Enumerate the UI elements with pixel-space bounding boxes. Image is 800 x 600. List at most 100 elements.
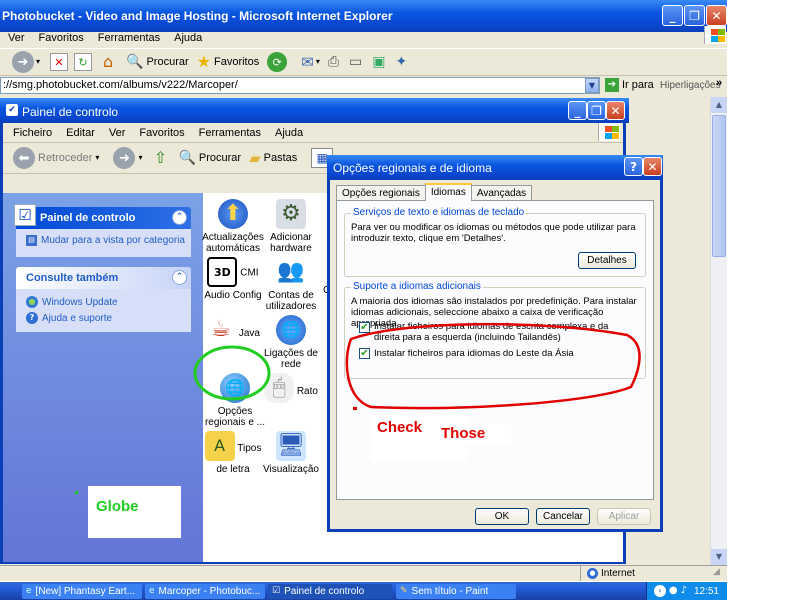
up-folder-icon[interactable]: ⇧ [150,148,170,168]
refresh-icon[interactable]: ↻ [74,53,93,71]
scroll-down-icon[interactable]: ▼ [711,549,727,565]
red-circle-annotation [345,322,641,410]
folders-button[interactable]: ▰ Pastas [249,148,297,167]
item-cmi-audio-config[interactable]: 3D CMI Audio Config [201,257,265,301]
category-view-icon: ▤ [26,235,37,246]
vertical-scrollbar[interactable]: ▲ ▼ [710,97,727,565]
discuss-icon[interactable]: ▣ [372,55,385,69]
tray-expand-icon[interactable]: ‹ [653,585,666,597]
task-control-panel[interactable]: ☑ Painel de controlo [268,584,392,599]
task-label: Painel de controlo [284,586,365,597]
cp-menu-ferramentas[interactable]: Ferramentas [199,127,261,139]
fonts-folder-icon: A [204,431,235,461]
cp-forward-dropdown-icon[interactable]: ▾ [138,154,142,162]
scroll-thumb[interactable] [712,115,726,257]
menu-favoritos[interactable]: Favoritos [39,32,84,44]
cp-close-button[interactable]: ✕ [606,101,625,120]
cp-forward-icon[interactable]: ➜ [113,147,136,169]
ie-title-text: Photobucket - Video and Image Hosting - … [2,9,393,23]
collapse-chevron-icon-2[interactable]: ⌃ [172,270,187,285]
java-icon: ☕ [211,317,231,342]
windows-update-label: Windows Update [42,296,118,308]
control-panel-titlebar[interactable]: ✔ Painel de controlo _ ❐ ✕ [0,98,629,123]
mail-dropdown-icon[interactable]: ▾ [316,58,320,66]
switch-category-view-link[interactable]: ▤ Mudar para a vista por categoria [16,229,191,249]
favorites-button[interactable]: ★ Favoritos [197,54,260,70]
messenger-icon[interactable]: ✦ [396,55,408,69]
browser-icon-2: e [149,586,155,596]
address-dropdown-icon[interactable]: ▼ [585,78,599,93]
resize-grip-icon[interactable]: ◢ [713,568,720,577]
cp-menu-favoritos[interactable]: Favoritos [139,127,184,139]
back-button[interactable]: ⬅ Retroceder ▾ [13,147,99,169]
help-icon: ? [26,312,38,324]
task-label: [New] Phantasy Eart... [35,586,136,597]
task-label: Marcoper - Photobuc... [158,586,261,597]
details-button[interactable]: Detalhes [578,252,636,269]
item-fonts[interactable]: A Tipos de letra [201,431,265,475]
cp-panel-see-also-header[interactable]: Consulte também ⌃ [16,267,191,289]
menu-ver[interactable]: Ver [8,32,25,44]
item-label: Adicionar hardware [270,232,312,254]
address-bar: ://smg.photobucket.com/albums/v222/Marco… [0,76,727,96]
item-display[interactable]: 🖥 Visualização [259,431,323,475]
stop-icon[interactable]: ✕ [50,53,69,71]
cp-maximize-button[interactable]: ❐ [587,101,606,120]
tray-network-icon[interactable]: ● [669,586,678,596]
print-icon[interactable]: ⎙ [328,55,339,69]
cp-menu-ficheiro[interactable]: Ficheiro [13,127,52,139]
search-button[interactable]: 🔍 Procurar [126,55,189,69]
help-button[interactable]: ? [624,157,643,176]
folder-icon: ▰ [249,148,261,167]
go-button[interactable]: ➔ Ir para [605,78,654,92]
item-label: Actualizações automáticas [202,232,264,254]
tab-advanced[interactable]: Avançadas [470,185,533,201]
scroll-up-icon[interactable]: ▲ [711,97,727,113]
task-paint[interactable]: ✎ Sem título - Paint [396,584,516,599]
cp-minimize-button[interactable]: _ [568,101,587,120]
cancel-button[interactable]: Cancelar [536,508,590,525]
forward-dropdown-icon[interactable]: ▾ [36,58,40,66]
task-photobucket[interactable]: e Marcoper - Photobuc... [145,584,265,599]
ok-button[interactable]: OK [475,508,529,525]
cp-panel-main-title: Painel de controlo [40,212,136,224]
cp-menu-ver[interactable]: Ver [109,127,126,139]
tray-volume-icon[interactable]: ♪ [681,586,687,596]
apply-button[interactable]: Aplicar [597,508,651,525]
task-phantasy[interactable]: e [New] Phantasy Eart... [22,584,142,599]
tab-regional-options[interactable]: Opções regionais [336,185,426,201]
home-icon[interactable]: ⌂ [98,53,118,71]
add-hardware-icon: ⚙ [276,199,306,229]
links-chevron-icon[interactable]: » [716,77,722,89]
network-icon: 🌐 [276,315,306,345]
close-button[interactable]: ✕ [706,5,727,26]
green-circle-annotation [193,345,271,401]
address-input[interactable]: ://smg.photobucket.com/albums/v222/Marco… [0,77,600,94]
favorites-label: Favoritos [213,56,260,68]
mail-icon[interactable]: ✉ [301,54,314,70]
cp-menu-ajuda[interactable]: Ajuda [275,127,303,139]
cp-menu-editar[interactable]: Editar [66,127,95,139]
collapse-chevron-icon[interactable]: ⌃ [172,210,187,225]
dialog-titlebar[interactable]: Opções regionais e de idioma ? ✕ [327,155,663,180]
menu-ferramentas[interactable]: Ferramentas [98,32,160,44]
back-icon: ⬅ [13,147,35,169]
cp-search-button[interactable]: 🔍 Procurar [178,151,241,165]
cp-panel-main-header[interactable]: ☑ Painel de controlo ⌃ [14,204,191,229]
help-support-label: Ajuda e suporte [42,312,113,324]
edit-icon[interactable]: ▭ [349,55,362,69]
help-support-link[interactable]: ? Ajuda e suporte [16,311,191,327]
tab-languages[interactable]: Idiomas [424,183,472,201]
history-icon[interactable]: ⟳ [267,52,288,72]
forward-icon[interactable]: ➜ [12,51,34,73]
item-automatic-updates[interactable]: ⬆ Actualizações automáticas [201,199,265,254]
dialog-close-button[interactable]: ✕ [643,157,662,176]
maximize-button[interactable]: ❐ [684,5,705,26]
windows-update-link[interactable]: ● Windows Update [16,289,191,311]
menu-ajuda[interactable]: Ajuda [174,32,202,44]
item-add-hardware[interactable]: ⚙ Adicionar hardware [259,199,323,254]
minimize-button[interactable]: _ [662,5,683,26]
links-label[interactable]: Hiperligações [660,80,721,91]
clock[interactable]: 12:51 [694,586,719,597]
item-user-accounts[interactable]: 👥 Contas de utilizadores [259,257,323,313]
